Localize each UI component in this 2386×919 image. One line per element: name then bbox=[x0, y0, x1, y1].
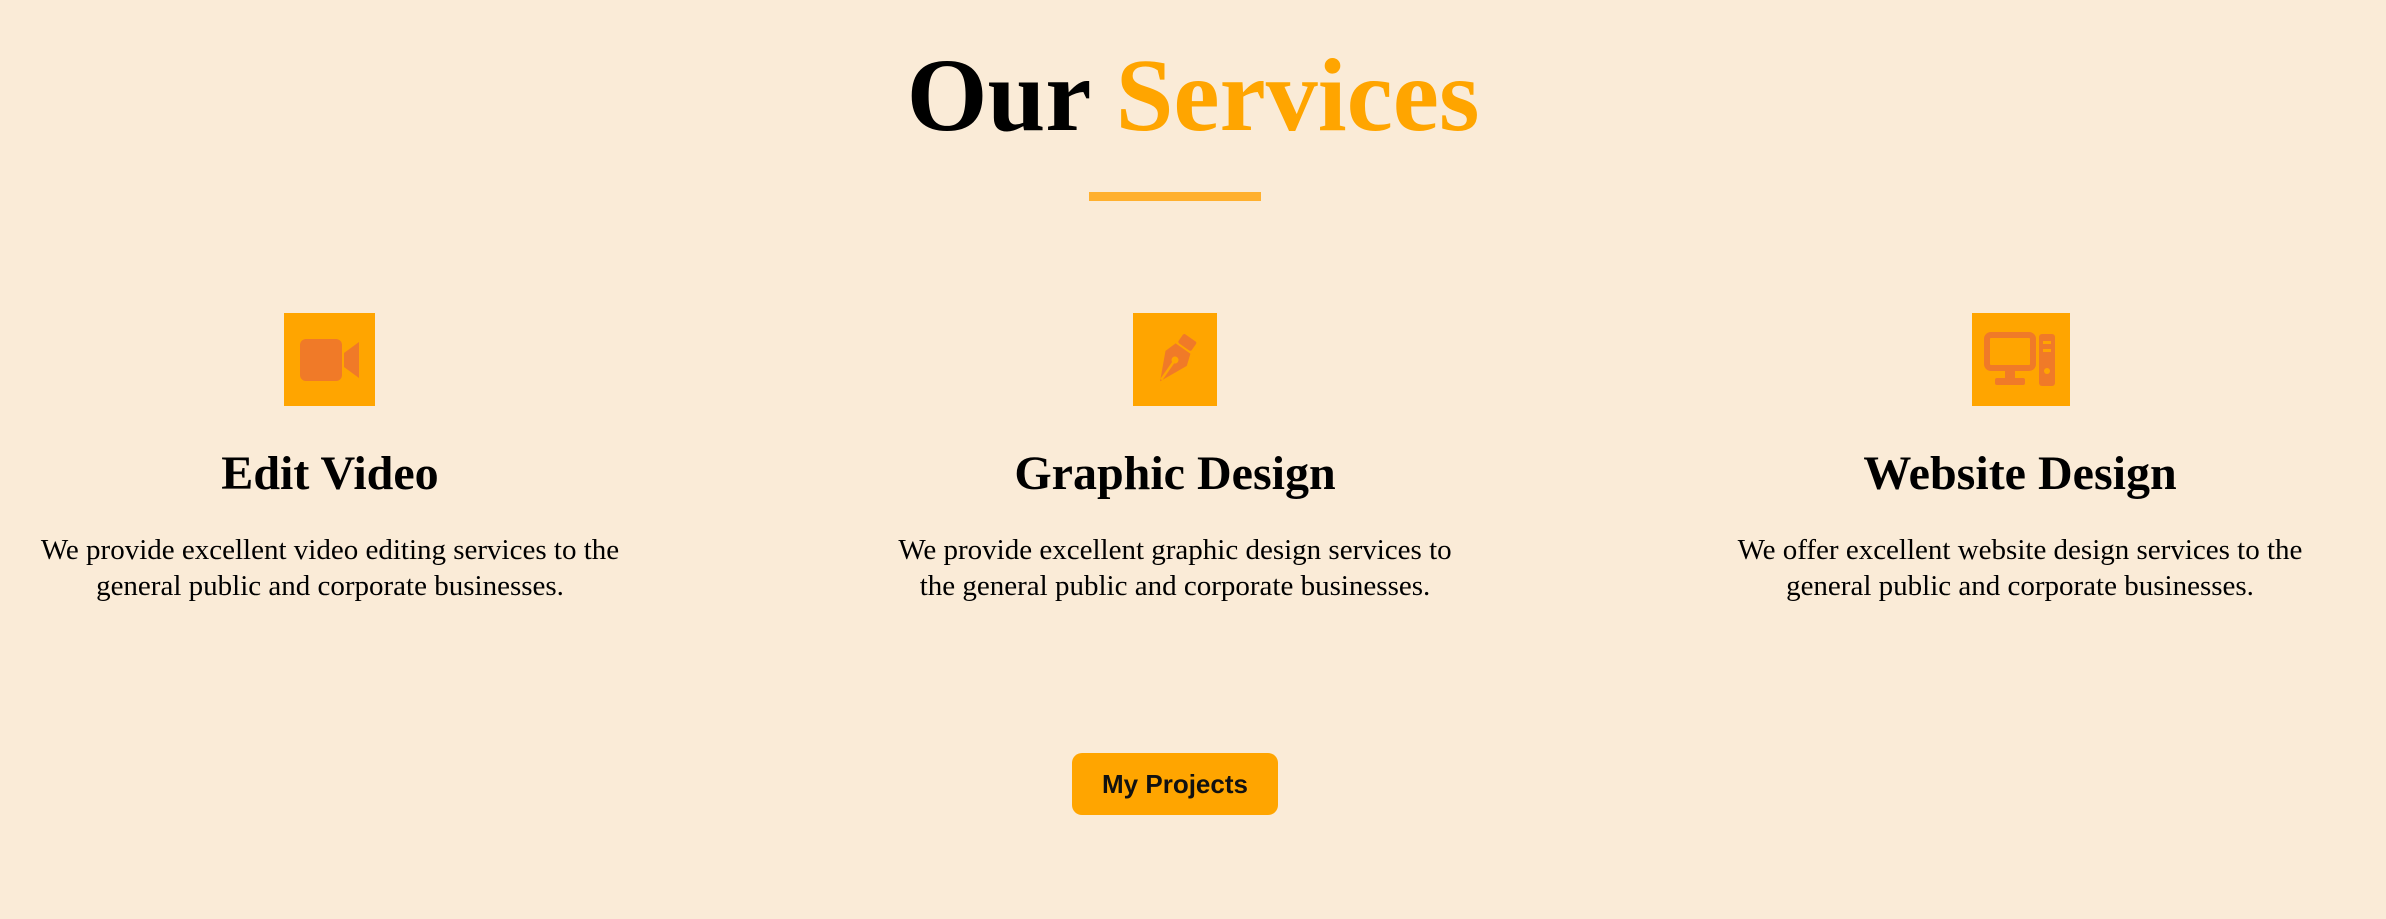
service-title: Graphic Design bbox=[1014, 447, 1336, 500]
desktop-computer-icon bbox=[1984, 331, 2058, 388]
service-title: Edit Video bbox=[221, 447, 439, 500]
my-projects-button[interactable]: My Projects bbox=[1072, 753, 1278, 815]
section-title: Our Services bbox=[0, 44, 2386, 148]
service-icon-box bbox=[1133, 313, 1217, 406]
service-description: We offer excellent website design servic… bbox=[1737, 534, 2303, 602]
section-title-accent: Services bbox=[1115, 38, 1480, 153]
title-underline bbox=[1089, 192, 1261, 201]
video-camera-icon bbox=[298, 337, 362, 383]
service-icon-box bbox=[1972, 313, 2070, 406]
pen-nib-icon bbox=[1145, 330, 1205, 390]
section-title-main: Our bbox=[906, 38, 1090, 153]
service-description: We provide excellent video editing servi… bbox=[40, 534, 620, 602]
service-description: We provide excellent graphic design serv… bbox=[898, 534, 1452, 602]
service-title: Website Design bbox=[1863, 447, 2177, 500]
service-icon-box bbox=[284, 313, 375, 406]
